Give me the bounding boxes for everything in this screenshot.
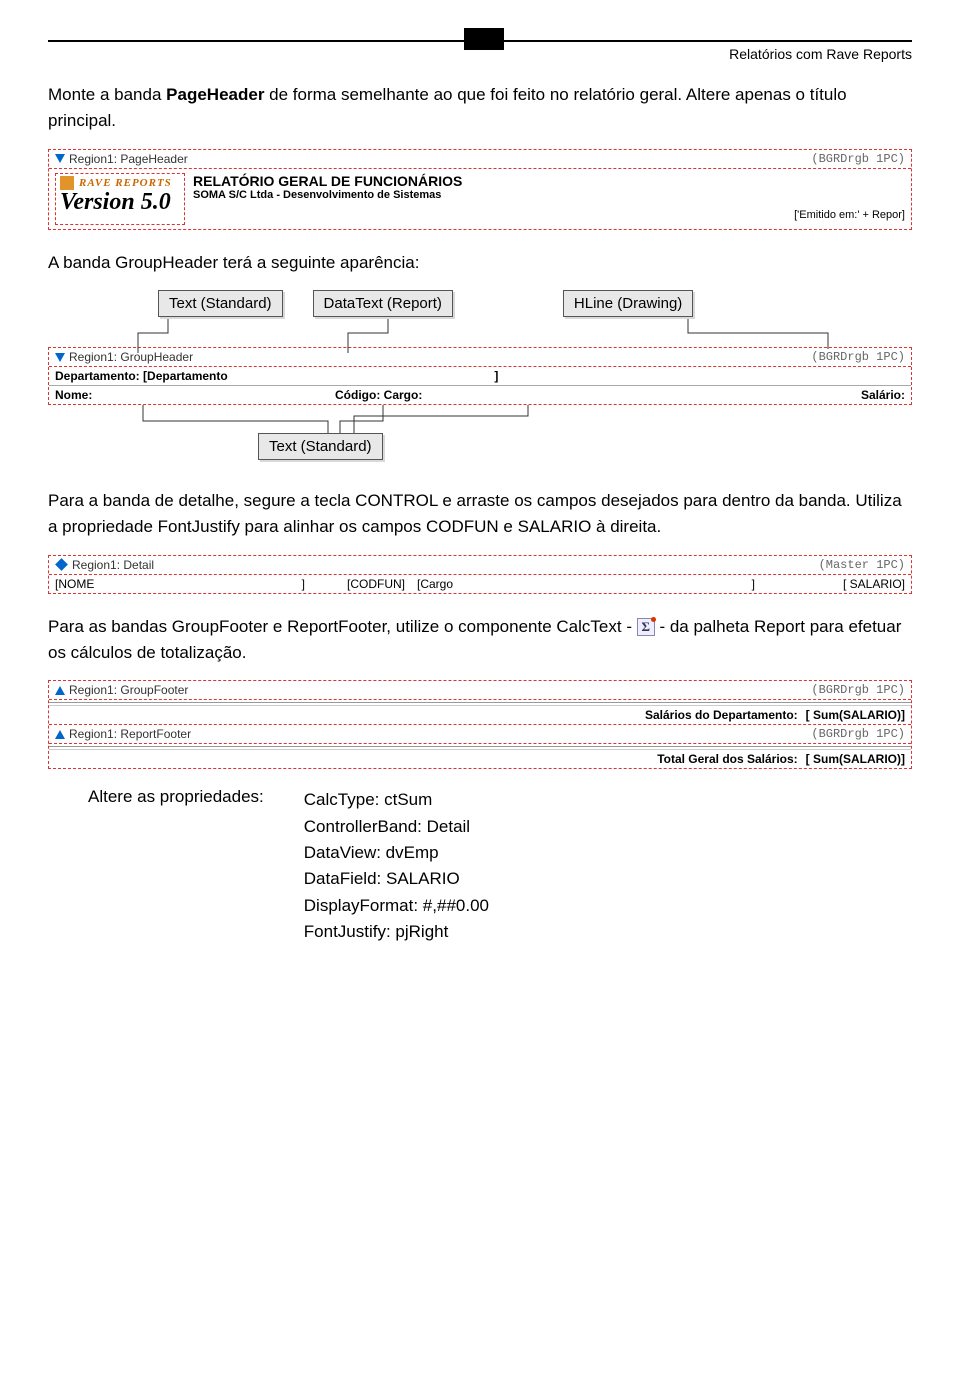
designer-detail: Region1: Detail (Master 1PC) [NOME] [COD…	[48, 555, 912, 594]
reportfooter-row: Total Geral dos Salários: [ Sum(SALARIO)…	[49, 749, 911, 768]
callout-hline: HLine (Drawing)	[563, 290, 693, 317]
col-codigo-label: Código:	[335, 388, 380, 402]
designer-pageheader: Region1: PageHeader (BGRDrgb 1PC) RAVE R…	[48, 149, 912, 230]
callout-text-standard-1: Text (Standard)	[158, 290, 283, 317]
emitted-label: ['Emitido em:' + Repor]	[193, 209, 905, 221]
page-number-box	[464, 28, 504, 50]
properties-block: Altere as propriedades: CalcType: ctSum …	[88, 787, 912, 945]
paragraph-4: Para as bandas GroupFooter e ReportFoote…	[48, 614, 912, 667]
groupheader-row1: Departamento: [Departamento ]	[49, 367, 911, 385]
paragraph-1: Monte a banda PageHeader de forma semelh…	[48, 82, 912, 135]
col-salario-label: Salário:	[795, 388, 905, 402]
band-header-reportfooter: Region1: ReportFooter (BGRDrgb 1PC)	[49, 724, 911, 744]
band-tag: (BGRDrgb 1PC)	[811, 727, 905, 741]
band-header-detail: Region1: Detail (Master 1PC)	[49, 556, 911, 575]
prop-calctype: CalcType: ctSum	[304, 787, 489, 813]
band-tag: (BGRDrgb 1PC)	[811, 683, 905, 697]
band-header-groupfooter: Region1: GroupFooter (BGRDrgb 1PC)	[49, 681, 911, 700]
report-title: RELATÓRIO GERAL DE FUNCIONÁRIOS	[193, 173, 905, 189]
prop-displayformat: DisplayFormat: #,##0.00	[304, 893, 489, 919]
designer-footers: Region1: GroupFooter (BGRDrgb 1PC) Salár…	[48, 680, 912, 769]
properties-list: CalcType: ctSum ControllerBand: Detail D…	[304, 787, 489, 945]
triangle-up-icon	[55, 686, 65, 695]
band-tag: (Master 1PC)	[819, 558, 905, 572]
band-tag: (BGRDrgb 1PC)	[811, 152, 905, 166]
calctext-icon: Σ	[637, 618, 655, 636]
diamond-icon	[55, 558, 68, 571]
header-rule	[48, 40, 912, 42]
triangle-up-icon	[55, 730, 65, 739]
paragraph-2: A banda GroupHeader terá a seguinte apar…	[48, 250, 912, 276]
paragraph-3: Para a banda de detalhe, segure a tecla …	[48, 488, 912, 541]
band-tag: (BGRDrgb 1PC)	[811, 350, 905, 364]
prop-fontjustify: FontJustify: pjRight	[304, 919, 489, 945]
col-cargo-label: Cargo:	[384, 388, 423, 402]
groupfooter-row: Salários do Departamento: [ Sum(SALARIO)…	[49, 705, 911, 724]
triangle-down-icon	[55, 154, 65, 163]
designer-groupheader: Region1: GroupHeader (BGRDrgb 1PC) Depar…	[48, 347, 912, 405]
prop-dataview: DataView: dvEmp	[304, 840, 489, 866]
logo-tag-icon	[60, 176, 74, 190]
callout-row-top: Text (Standard) DataText (Report) HLine …	[158, 290, 912, 317]
rave-logo: RAVE REPORTS Version 5.0	[55, 173, 185, 225]
callout-datatext: DataText (Report)	[313, 290, 453, 317]
report-subtitle: SOMA S/C Ltda - Desenvolvimento de Siste…	[193, 189, 905, 201]
callout-text-standard-2: Text (Standard)	[258, 433, 383, 460]
groupheader-row2: Nome: Código: Cargo: Salário:	[49, 385, 911, 404]
detail-fields-row: [NOME] [CODFUN] [Cargo] [ SALARIO]	[49, 575, 911, 593]
properties-heading: Altere as propriedades:	[88, 787, 264, 945]
band-header-groupheader: Region1: GroupHeader (BGRDrgb 1PC)	[49, 348, 911, 367]
connector-lines-bottom	[48, 405, 908, 435]
prop-datafield: DataField: SALARIO	[304, 866, 489, 892]
triangle-down-icon	[55, 353, 65, 362]
col-nome-label: Nome:	[55, 388, 335, 402]
prop-controllerband: ControllerBand: Detail	[304, 814, 489, 840]
band-header-pageheader: Region1: PageHeader (BGRDrgb 1PC)	[49, 150, 911, 169]
